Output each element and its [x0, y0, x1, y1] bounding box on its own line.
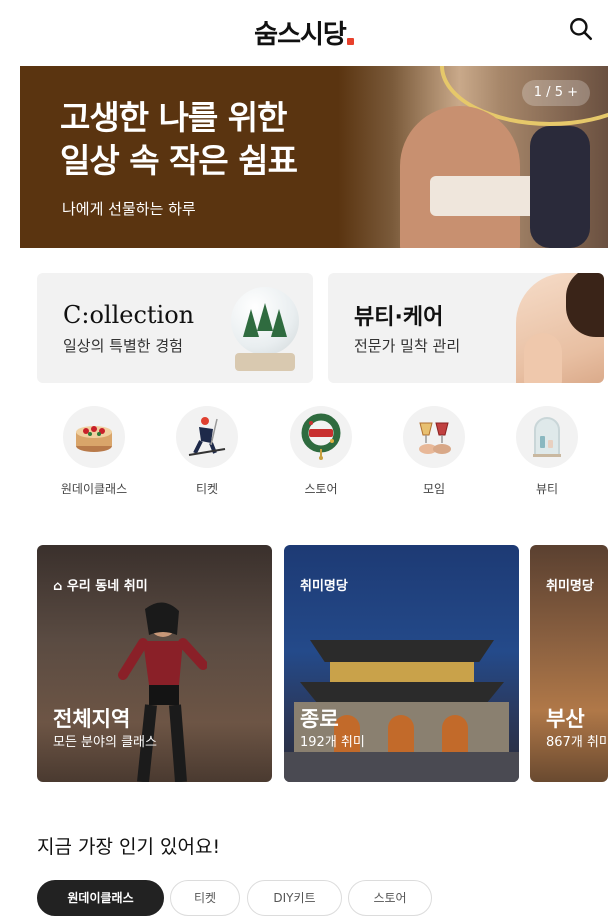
snow-globe-base	[235, 353, 295, 371]
wreath-icon	[290, 406, 352, 468]
ski-icon	[176, 406, 238, 468]
section-title-popular: 지금 가장 인기 있어요!	[37, 836, 221, 858]
hobby-card-all-regions[interactable]: ⌂ 우리 동네 취미 전체지역 모든 분야의 클래스	[37, 545, 272, 782]
cheers-icon	[403, 406, 465, 468]
hobby-card-jongno[interactable]: 취미명당 종로 192개 취미	[284, 545, 519, 782]
category-label: 모임	[422, 482, 446, 496]
category-label: 원데이클래스	[60, 482, 128, 496]
category-label: 스토어	[304, 482, 338, 496]
promo-title: C:ollection	[63, 301, 195, 329]
chip-oneday-class[interactable]: 원데이클래스	[37, 880, 164, 916]
category-store[interactable]: 스토어	[281, 406, 361, 497]
hobby-card-subtitle: 867개 취미	[546, 735, 608, 750]
category-beauty[interactable]: 뷰티	[507, 406, 587, 497]
home-icon: ⌂	[53, 579, 67, 594]
banner-figure-wrap	[430, 176, 540, 216]
logo-dot	[346, 38, 354, 45]
banner-figure-2	[530, 126, 590, 248]
beauty-hand	[524, 333, 562, 383]
category-ticket[interactable]: 티켓	[167, 406, 247, 497]
hobby-card-tag: 취미명당	[546, 579, 594, 594]
category-label: 티켓	[195, 482, 219, 496]
hobby-card-tag: 취미명당	[300, 579, 348, 594]
chip-ticket[interactable]: 티켓	[170, 880, 240, 916]
cake-icon	[63, 406, 125, 468]
search-icon	[570, 18, 593, 41]
category-label: 뷰티	[535, 482, 559, 496]
hobby-card-subtitle: 모든 분야의 클래스	[53, 735, 157, 750]
snow-globe-image	[231, 287, 299, 355]
promo-card-beauty[interactable]: 뷰티·케어 전문가 밀착 관리	[328, 273, 604, 383]
hobby-card-subtitle: 192개 취미	[300, 735, 365, 750]
category-oneday-class[interactable]: 원데이클래스	[54, 406, 134, 497]
logo-text: 숨스시당	[254, 20, 347, 50]
chip-store[interactable]: 스토어	[348, 880, 432, 916]
promo-title: 뷰티·케어	[354, 305, 444, 330]
hobby-card-tag: ⌂ 우리 동네 취미	[53, 579, 148, 594]
promo-subtitle: 전문가 밀착 관리	[354, 337, 461, 355]
app-header: 숨스시당	[0, 0, 608, 66]
search-button[interactable]	[568, 16, 598, 46]
banner-title: 고생한 나를 위한 일상 속 작은 쉼표	[60, 98, 298, 180]
banner-subtitle: 나에게 선물하는 하루	[62, 200, 196, 218]
hobby-card-busan[interactable]: 취미명당 부산 867개 취미	[530, 545, 608, 782]
chip-diy-kit[interactable]: DIY키트	[247, 880, 342, 916]
category-meetup[interactable]: 모임	[394, 406, 474, 497]
promo-subtitle: 일상의 특별한 경험	[63, 337, 183, 355]
dancer-image	[118, 602, 207, 782]
hobby-card-title: 전체지역	[53, 707, 131, 731]
hero-banner[interactable]: 고생한 나를 위한 일상 속 작은 쉼표 나에게 선물하는 하루 1 / 5 +	[20, 66, 608, 248]
promo-card-collection[interactable]: C:ollection 일상의 특별한 경험	[37, 273, 313, 383]
mirror-icon	[516, 406, 578, 468]
logo[interactable]: 숨스시당	[0, 14, 608, 51]
hobby-card-title: 부산	[546, 707, 585, 731]
palace-image	[310, 640, 494, 662]
banner-pager[interactable]: 1 / 5 +	[521, 80, 590, 106]
hobby-card-title: 종로	[300, 707, 339, 731]
